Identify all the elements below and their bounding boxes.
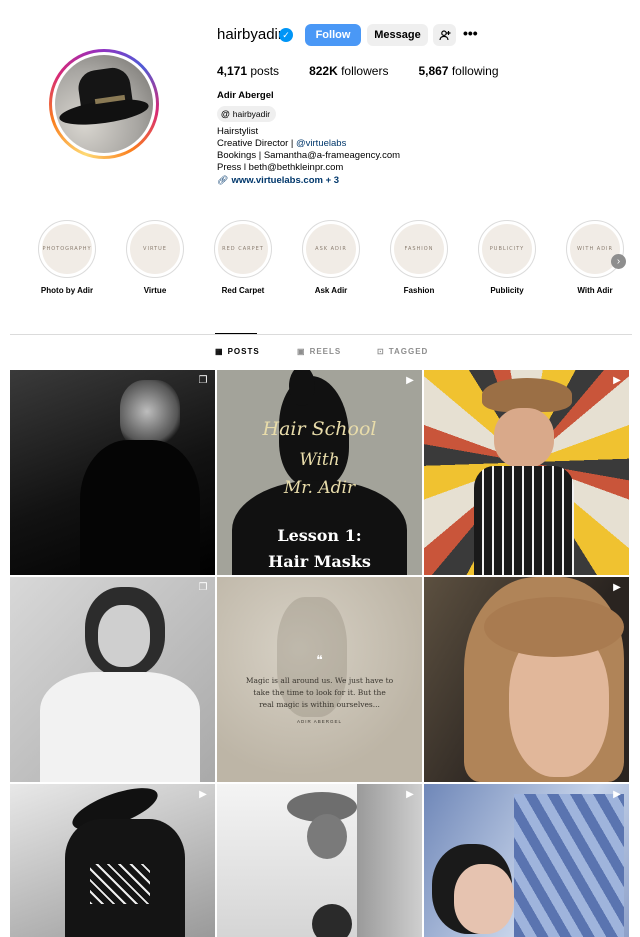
highlight-cover: RED CARPET bbox=[218, 224, 268, 274]
post-title-line: Hair School bbox=[262, 418, 377, 440]
reel-icon: ▶ bbox=[613, 582, 621, 593]
reels-icon: ▣ bbox=[297, 347, 306, 356]
highlight-fashion[interactable]: FASHION Fashion bbox=[389, 220, 449, 295]
chevron-right-icon[interactable]: › bbox=[611, 254, 626, 269]
follow-button[interactable]: Follow bbox=[305, 24, 361, 46]
post-tile[interactable]: ▶ bbox=[424, 370, 629, 575]
post-tile[interactable]: ❝ Magic is all around us. We just have t… bbox=[217, 577, 422, 782]
reel-icon: ▶ bbox=[406, 375, 414, 386]
highlight-ask-adir[interactable]: ASK ADIR Ask Adir bbox=[301, 220, 361, 295]
tab-posts[interactable]: ▦ POSTS bbox=[215, 347, 260, 356]
post-tile[interactable]: ▶ bbox=[424, 577, 629, 782]
active-tab-indicator bbox=[215, 333, 257, 334]
threads-handle: hairbyadir bbox=[232, 109, 271, 119]
highlight-label: Photo by Adir bbox=[40, 286, 94, 295]
bio-line: Creative Director | @virtuelabs bbox=[217, 138, 347, 149]
post-title-line: Mr. Adir bbox=[283, 478, 356, 498]
highlight-label: Red Carpet bbox=[221, 286, 265, 295]
highlight-cover: PHOTOGRAPHY bbox=[42, 224, 92, 274]
posts-stat: 4,171 posts bbox=[217, 64, 280, 78]
post-tile[interactable]: Hair School With Mr. Adir Lesson 1: Hair… bbox=[217, 370, 422, 575]
reel-icon: ▶ bbox=[199, 789, 207, 800]
highlight-publicity[interactable]: PUBLICITY Publicity bbox=[477, 220, 537, 295]
post-subtitle-line: Hair Masks bbox=[268, 552, 371, 571]
tabs-divider bbox=[10, 334, 632, 335]
carousel-icon: ❐ bbox=[198, 375, 208, 386]
carousel-icon: ❐ bbox=[198, 582, 208, 593]
highlight-cover: ASK ADIR bbox=[306, 224, 356, 274]
bio-line: Bookings | Samantha@a-frameagency.com bbox=[217, 150, 401, 161]
highlight-cover: FASHION bbox=[394, 224, 444, 274]
reel-icon: ▶ bbox=[613, 789, 621, 800]
reel-icon: ▶ bbox=[613, 375, 621, 386]
post-tile[interactable]: ▶ bbox=[217, 784, 422, 937]
more-options-icon[interactable]: ••• bbox=[463, 26, 481, 42]
profile-username: hairbyadir bbox=[217, 26, 283, 43]
highlight-cover: VIRTUE bbox=[130, 224, 180, 274]
following-stat[interactable]: 5,867 following bbox=[418, 64, 498, 78]
reel-icon: ▶ bbox=[406, 789, 414, 800]
post-tile[interactable]: ❐ bbox=[10, 370, 215, 575]
grid-icon: ▦ bbox=[215, 347, 224, 356]
tab-reels[interactable]: ▣ REELS bbox=[297, 347, 341, 356]
profile-bio: Adir Abergel @ hairbyadir Hairstylist Cr… bbox=[217, 90, 400, 187]
post-quote: Magic is all around us. We just have to … bbox=[245, 676, 394, 709]
followers-stat[interactable]: 822K followers bbox=[309, 64, 388, 78]
message-button[interactable]: Message bbox=[367, 24, 428, 46]
highlight-red-carpet[interactable]: RED CARPET Red Carpet bbox=[213, 220, 273, 295]
post-tile[interactable]: ▶ bbox=[10, 784, 215, 937]
verified-badge-icon: ✓ bbox=[279, 28, 293, 42]
profile-avatar-story-ring[interactable] bbox=[49, 49, 159, 159]
website-link[interactable]: 🔗︎ www.virtuelabs.com + 3 bbox=[217, 174, 400, 187]
tab-tagged[interactable]: ⊡ TAGGED bbox=[377, 347, 428, 356]
post-subtitle-line: Lesson 1: bbox=[277, 526, 362, 545]
highlight-photography[interactable]: PHOTOGRAPHY Photo by Adir bbox=[37, 220, 97, 295]
add-user-icon[interactable] bbox=[433, 24, 456, 46]
link-icon: 🔗︎ bbox=[217, 175, 229, 185]
threads-badge[interactable]: @ hairbyadir bbox=[217, 106, 277, 122]
full-name: Adir Abergel bbox=[217, 90, 274, 101]
tagged-icon: ⊡ bbox=[377, 347, 385, 356]
quote-icon: ❝ bbox=[316, 653, 323, 667]
highlight-cover: PUBLICITY bbox=[482, 224, 532, 274]
post-signature: ADIR ABERGEL bbox=[296, 719, 342, 724]
bio-line: Hairstylist bbox=[217, 126, 259, 137]
highlight-label: Publicity bbox=[490, 286, 524, 295]
highlight-label: Virtue bbox=[143, 286, 167, 295]
post-tile[interactable]: ❐ bbox=[10, 577, 215, 782]
highlight-label: With Adir bbox=[577, 286, 613, 295]
highlight-label: Fashion bbox=[403, 286, 435, 295]
mention-link[interactable]: @virtuelabs bbox=[296, 138, 346, 149]
highlight-label: Ask Adir bbox=[314, 286, 348, 295]
highlight-virtue[interactable]: VIRTUE Virtue bbox=[125, 220, 185, 295]
avatar bbox=[55, 55, 153, 153]
bio-line: Press l beth@bethkleinpr.com bbox=[217, 162, 344, 173]
threads-icon: @ bbox=[221, 109, 230, 119]
profile-stats: 4,171 posts 822K followers 5,867 followi… bbox=[217, 64, 529, 78]
profile-page: hairbyadir ✓ Follow Message ••• 4,171 po… bbox=[0, 0, 640, 937]
post-title-line: With bbox=[299, 450, 340, 470]
post-tile[interactable]: ▶ bbox=[424, 784, 629, 937]
